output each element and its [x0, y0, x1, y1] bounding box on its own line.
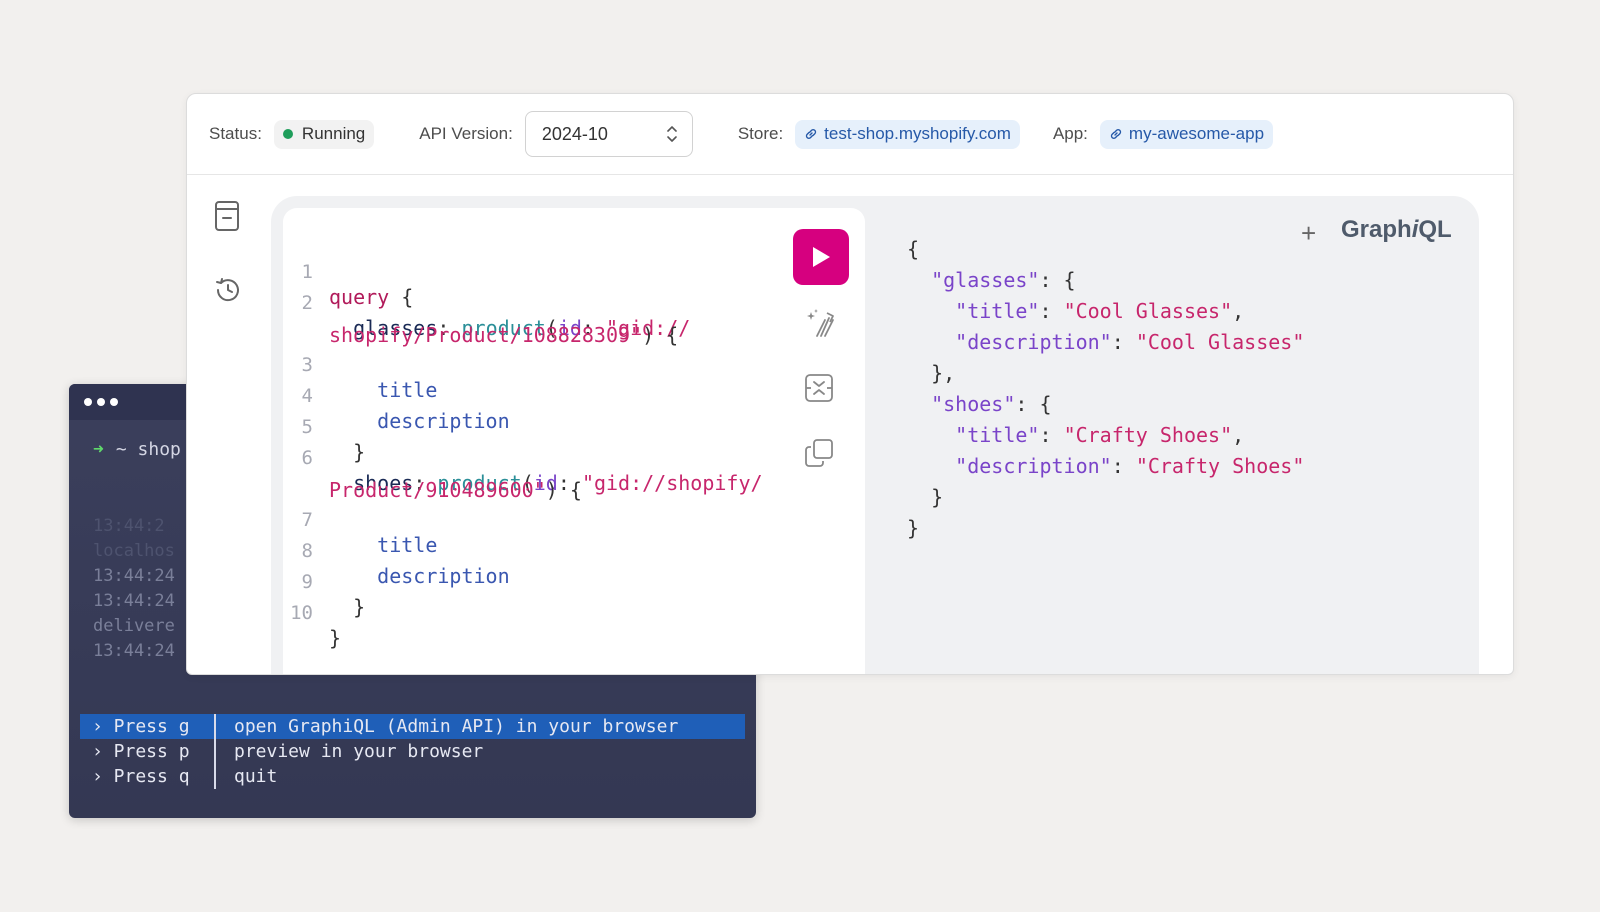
doc-icon[interactable] [213, 199, 241, 233]
punctuation-token: ) { [642, 323, 679, 347]
window-dot-icon[interactable] [110, 398, 118, 406]
shortcut-key: › Press g [80, 714, 216, 739]
shortcut-preview[interactable]: › Press p preview in your browser [80, 739, 745, 764]
api-version-select[interactable]: 2024-10 [524, 111, 693, 157]
result-line: { [907, 237, 920, 261]
punctuation-token: , [1232, 423, 1245, 447]
punctuation-token: , [1232, 299, 1245, 323]
log-line: 13:44:2 [93, 516, 165, 536]
shortcut-graphiql[interactable]: › Press g open GraphiQL (Admin API) in y… [80, 714, 745, 739]
result-line: } [907, 485, 943, 509]
terminal-log: 13:44:2 localhos 13:44:24 13:44:24 deliv… [93, 514, 175, 664]
result-line: }, [907, 361, 955, 385]
prompt-arrow-icon: ➜ [93, 439, 104, 460]
run-icon [813, 247, 830, 267]
app-value: my-awesome-app [1128, 124, 1265, 143]
status-label: Status: [209, 124, 262, 143]
query-editor[interactable]: 1 query { 2 glasses: product(id: "gid://… [283, 208, 865, 674]
shortcut-desc: preview in your browser [234, 741, 484, 762]
editor-shell: 1 query { 2 glasses: product(id: "gid://… [271, 196, 1479, 674]
link-icon [1110, 129, 1122, 139]
status-dot-icon [282, 129, 293, 139]
history-icon[interactable] [213, 275, 243, 305]
log-line: 13:44:24 [93, 566, 175, 586]
app-label: App: [1052, 124, 1088, 143]
status-value: Running [301, 124, 366, 143]
punctuation-token: : [1039, 423, 1064, 447]
store-value: test-shop.myshopify.com [824, 124, 1011, 143]
json-string-token: "Cool Glasses" [1063, 299, 1233, 323]
api-version-label: API Version: [419, 124, 513, 143]
result-line: "glasses": { [907, 268, 1076, 292]
result-line: } [907, 516, 920, 540]
punctuation-token: : { [1015, 392, 1052, 416]
json-key-token: "shoes" [931, 392, 1016, 416]
copy-icon[interactable] [803, 436, 835, 470]
prompt-text: ~ shop [115, 439, 181, 460]
json-string-token: "Crafty Shoes" [1135, 454, 1305, 478]
window-dot-icon[interactable] [97, 398, 105, 406]
punctuation-token: : [1039, 299, 1064, 323]
punctuation-token: }, [931, 361, 956, 385]
run-button[interactable] [793, 229, 849, 285]
link-icon [806, 129, 817, 139]
punctuation-token: : [1111, 454, 1136, 478]
punctuation-token: } [329, 626, 342, 650]
result-line: "title": "Cool Glasses", [907, 299, 1244, 323]
shortcut-desc: open GraphiQL (Admin API) in your browse… [234, 716, 679, 737]
json-key-token: "glasses" [931, 268, 1040, 292]
shortcut-key: › Press q [80, 764, 216, 789]
result-line: "title": "Crafty Shoes", [907, 423, 1244, 447]
status-badge: Running [273, 119, 375, 149]
shortcut-quit[interactable]: › Press q quit [80, 764, 745, 789]
punctuation-token: ) { [545, 478, 582, 502]
graphiql-body: 1 query { 2 glasses: product(id: "gid://… [187, 175, 1513, 674]
result-line: "shoes": { [907, 392, 1052, 416]
log-line: delivere [93, 616, 175, 636]
punctuation-token: : [1111, 330, 1136, 354]
updown-icon [667, 126, 677, 142]
json-key-token: "title" [955, 423, 1040, 447]
top-bar: Status: Running API Version: 2024-10 Sto… [187, 94, 1513, 175]
json-key-token: "description" [955, 454, 1112, 478]
punctuation-token: } [931, 485, 944, 509]
api-version-value: 2024-10 [541, 123, 608, 144]
log-line: 13:44:24 [93, 591, 175, 611]
graphiql-window: Status: Running API Version: 2024-10 Sto… [186, 93, 1514, 675]
store-link[interactable]: test-shop.myshopify.com [795, 119, 1020, 149]
prettify-icon[interactable] [803, 306, 839, 342]
code-line: 10 } [283, 578, 428, 674]
json-string-token: "Crafty Shoes" [1063, 423, 1233, 447]
log-line: localhos [93, 541, 175, 561]
line-number: 10 [290, 602, 313, 624]
string-token: "gid://shopify/ [581, 471, 763, 495]
logo-prefix: Graph [1341, 216, 1412, 243]
merge-icon[interactable] [803, 371, 835, 405]
json-key-token: "title" [955, 299, 1040, 323]
shortcut-desc: quit [234, 766, 278, 787]
store-label: Store: [737, 124, 784, 143]
punctuation-token: : { [1039, 268, 1076, 292]
terminal-prompt: ➜ ~ shop [93, 439, 181, 460]
shortcut-key: › Press p [80, 739, 216, 764]
graphiql-logo: GraphiQL [1341, 216, 1452, 244]
log-line: 13:44:24 [93, 641, 175, 661]
logo-suffix: QL [1418, 216, 1452, 243]
app-link[interactable]: my-awesome-app [1099, 119, 1274, 149]
result-line: "description": "Cool Glasses" [907, 330, 1304, 354]
json-string-token: "Cool Glasses" [1135, 330, 1305, 354]
terminal-shortcut-menu: › Press g open GraphiQL (Admin API) in y… [80, 714, 745, 789]
add-tab-button[interactable]: + [1301, 220, 1316, 246]
result-line: "description": "Crafty Shoes" [907, 454, 1304, 478]
window-dot-icon[interactable] [84, 398, 92, 406]
json-key-token: "description" [955, 330, 1112, 354]
